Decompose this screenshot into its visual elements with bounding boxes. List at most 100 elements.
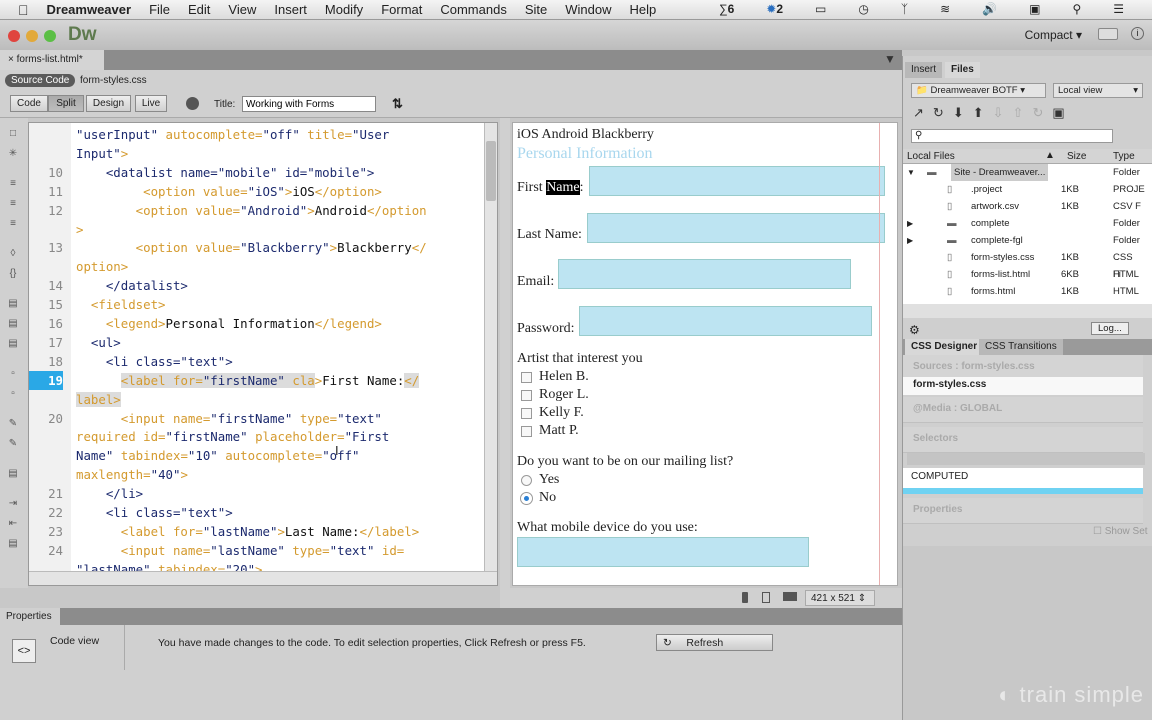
expand-icon[interactable]: ▣ bbox=[1052, 105, 1073, 120]
selectors-header[interactable]: Selectors bbox=[903, 427, 1143, 453]
email-field[interactable] bbox=[558, 259, 851, 289]
menu-file[interactable]: File bbox=[149, 2, 170, 17]
filter-icon[interactable]: ▼ bbox=[884, 52, 896, 66]
mobile-field[interactable] bbox=[517, 537, 809, 567]
tab-css-transitions[interactable]: CSS Transitions bbox=[979, 339, 1063, 355]
file-row[interactable]: ▯ form-styles.css 1KB CSS Fi bbox=[903, 249, 1143, 280]
menu-window[interactable]: Window bbox=[565, 2, 611, 17]
put-icon[interactable]: ⬆ bbox=[973, 105, 993, 120]
split-divider[interactable] bbox=[500, 118, 510, 588]
code-line[interactable]: option> bbox=[29, 257, 489, 276]
code-line[interactable]: "userInput" autocomplete="off" title="Us… bbox=[29, 125, 489, 144]
code-line[interactable]: Input"> bbox=[29, 144, 489, 163]
split-view-button[interactable]: Split bbox=[48, 95, 84, 112]
code-line[interactable]: > bbox=[29, 220, 489, 239]
expand-arrow-icon[interactable]: ▶ bbox=[907, 215, 913, 232]
file-row[interactable]: ▯ forms.html 1KB HTML bbox=[903, 283, 1143, 300]
code-vertical-scrollbar[interactable] bbox=[484, 123, 497, 571]
artist-checkbox[interactable] bbox=[521, 390, 532, 401]
code-line[interactable]: 13 <option value="Blackberry">Blackberry… bbox=[29, 238, 489, 257]
media-header[interactable]: @Media : GLOBAL bbox=[903, 397, 1143, 423]
menu-modify[interactable]: Modify bbox=[325, 2, 363, 17]
comment-icon[interactable]: ▫ bbox=[6, 368, 20, 380]
window-size-select[interactable]: 421 x 521 ⇕ bbox=[805, 590, 875, 606]
file-row[interactable]: ▶ ▬ complete-fgl Folder bbox=[903, 232, 1143, 249]
tablet-size-icon[interactable] bbox=[762, 592, 770, 603]
code-line[interactable]: required id="firstName" placeholder="Fir… bbox=[29, 427, 489, 446]
scroll-thumb[interactable] bbox=[486, 141, 496, 201]
line-numbers-icon[interactable]: ▤ bbox=[6, 298, 20, 310]
notification-icon[interactable]: ☰ bbox=[1113, 2, 1124, 16]
code-line[interactable]: 23 <label for="lastName">Last Name:</lab… bbox=[29, 522, 489, 541]
code-line[interactable]: 11 <option value="iOS">iOS</option> bbox=[29, 182, 489, 201]
file-row[interactable]: ▶ ▬ complete Folder bbox=[903, 215, 1143, 232]
uncomment-icon[interactable]: ▫ bbox=[6, 388, 20, 400]
code-line[interactable]: 14 </datalist> bbox=[29, 276, 489, 295]
file-row[interactable]: ▼ ▬ Site - Dreamweaver... Folder bbox=[903, 164, 1143, 181]
sync-settings-icon[interactable] bbox=[1098, 28, 1118, 40]
code-line[interactable]: 21 </li> bbox=[29, 484, 489, 503]
show-set-checkbox[interactable]: ☐ Show Set bbox=[1093, 526, 1148, 537]
selector-filter-input[interactable] bbox=[907, 453, 1145, 465]
select-parent-tag-icon[interactable]: ◊ bbox=[6, 248, 20, 260]
menu-format[interactable]: Format bbox=[381, 2, 422, 17]
code-line[interactable]: 20 <input name="firstName" type="text" bbox=[29, 409, 489, 428]
code-line[interactable]: 12 <option value="Android">Android</opti… bbox=[29, 201, 489, 220]
menu-insert[interactable]: Insert bbox=[274, 2, 307, 17]
tab-files[interactable]: Files bbox=[945, 62, 980, 78]
selected-selector[interactable] bbox=[903, 488, 1143, 494]
collapse-arrow-icon[interactable]: ▼ bbox=[907, 164, 915, 181]
properties-header[interactable]: Properties bbox=[903, 498, 1143, 524]
file-row[interactable]: ▯ .project 1KB PROJE bbox=[903, 181, 1145, 198]
open-documents-icon[interactable]: □ bbox=[6, 128, 20, 140]
artist-checkbox[interactable] bbox=[521, 372, 532, 383]
code-view-button[interactable]: Code bbox=[10, 95, 48, 112]
creative-cloud-icon[interactable]: ✹2 bbox=[766, 2, 783, 16]
file-row[interactable]: ▯ artwork.csv 1KB CSV F bbox=[903, 198, 1143, 215]
source-item[interactable]: form-styles.css bbox=[903, 377, 1143, 395]
code-line[interactable]: 15 <fieldset> bbox=[29, 295, 489, 314]
desktop-size-icon[interactable] bbox=[783, 592, 797, 601]
get-icon[interactable]: ⬇ bbox=[953, 105, 973, 120]
move-css-icon[interactable]: ▤ bbox=[6, 468, 20, 480]
live-view-button[interactable]: Live bbox=[135, 95, 167, 112]
preview-browser-icon[interactable] bbox=[186, 97, 199, 110]
time-machine-icon[interactable]: ◷ bbox=[858, 2, 868, 16]
refresh-files-icon[interactable]: ↻ bbox=[933, 105, 953, 120]
expand-arrow-icon[interactable]: ▶ bbox=[907, 232, 913, 249]
artist-checkbox[interactable] bbox=[521, 426, 532, 437]
refresh-button[interactable]: ↻ Refresh bbox=[656, 634, 773, 651]
code-horizontal-scrollbar[interactable] bbox=[29, 571, 497, 585]
outdent-icon[interactable]: ⇤ bbox=[6, 518, 20, 530]
close-window-button[interactable] bbox=[8, 30, 20, 42]
source-code-button[interactable]: Source Code bbox=[5, 74, 76, 87]
file-row[interactable]: ▯ forms-list.html 6KB HTML bbox=[903, 266, 1143, 283]
sync-icon[interactable]: ↻ bbox=[1032, 105, 1052, 120]
code-line[interactable]: 22 <li class="text"> bbox=[29, 503, 489, 522]
files-horizontal-scrollbar[interactable] bbox=[903, 304, 1152, 318]
help-icon[interactable]: i bbox=[1131, 27, 1144, 40]
column-type[interactable]: Type bbox=[1113, 151, 1135, 162]
tab-css-designer[interactable]: CSS Designer bbox=[905, 339, 984, 355]
disconnect-icon[interactable]: ↗ bbox=[913, 105, 933, 120]
apple-icon[interactable]:  bbox=[18, 2, 29, 18]
recent-snippets-icon[interactable]: ✎ bbox=[6, 438, 20, 450]
menu-commands[interactable]: Commands bbox=[440, 2, 506, 17]
password-field[interactable] bbox=[579, 306, 872, 336]
code-line[interactable]: 24 <input name="lastName" type="text" id… bbox=[29, 541, 489, 560]
collapse-tag-icon[interactable]: ≡ bbox=[6, 178, 20, 190]
code-line[interactable]: maxlength="40"> bbox=[29, 465, 489, 484]
check-out-icon[interactable]: ⇩ bbox=[993, 105, 1013, 120]
site-log-icon[interactable]: ⚙ bbox=[909, 323, 920, 337]
code-line[interactable]: Name" tabindex="10" autocomplete="off" bbox=[29, 446, 489, 465]
mobile-size-icon[interactable] bbox=[742, 592, 748, 603]
code-line[interactable]: 16 <legend>Personal Information</legend> bbox=[29, 314, 489, 333]
code-line[interactable]: 18 <li class="text"> bbox=[29, 352, 489, 371]
menu-view[interactable]: View bbox=[228, 2, 256, 17]
column-size[interactable]: Size bbox=[1067, 151, 1086, 162]
code-line[interactable]: 17 <ul> bbox=[29, 333, 489, 352]
last-name-field[interactable] bbox=[587, 213, 885, 243]
code-line[interactable]: 19 <label for="firstName" cla>First Name… bbox=[29, 370, 489, 390]
code-line[interactable]: label> bbox=[29, 390, 489, 409]
word-wrap-icon[interactable]: ▤ bbox=[6, 338, 20, 350]
